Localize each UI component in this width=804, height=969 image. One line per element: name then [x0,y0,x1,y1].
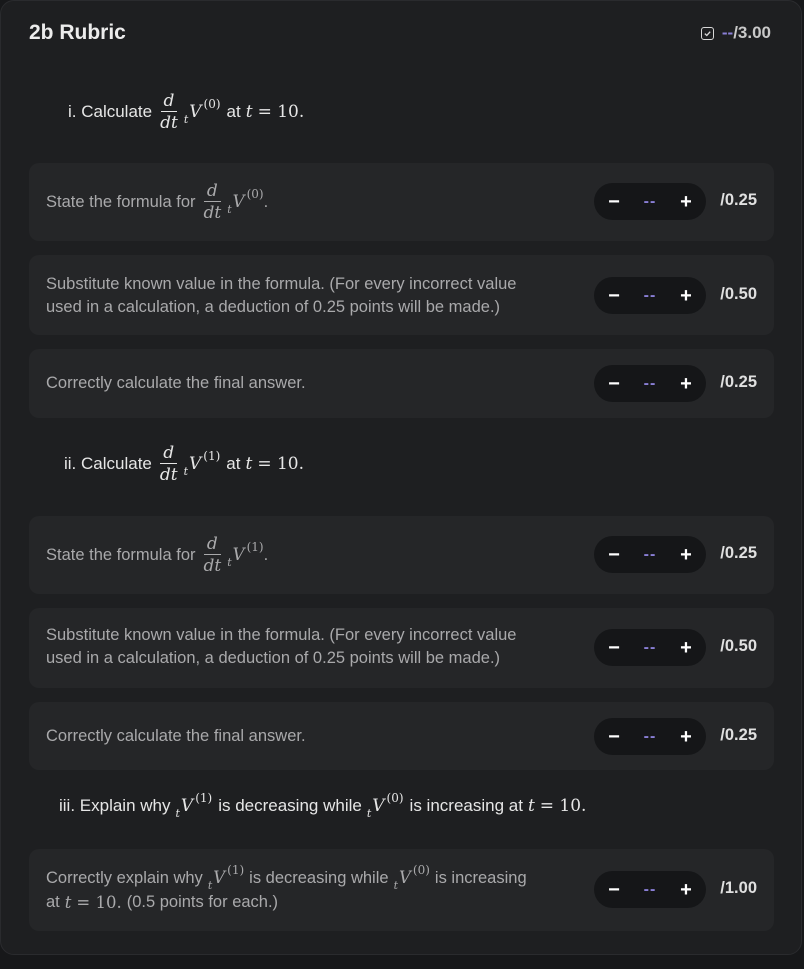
score-stepper: − -- + [594,183,706,220]
score-value[interactable]: -- [644,193,657,211]
score-value[interactable]: -- [644,287,657,305]
increment-button[interactable]: + [678,286,694,306]
max-points: /0.50 [720,285,757,303]
max-points: /0.25 [720,726,757,744]
rubric-panel: 2b Rubric --/3.00 i. Calculate d dt tV (0)… [0,0,802,955]
section-iii-heading: iii. Explain why tV (1) is decreasing whi… [59,791,587,820]
section-i-heading: i. Calculate d dt tV (0) at t = 10. [68,90,305,133]
score-value[interactable]: -- [644,375,657,393]
criterion-text: Substitute known value in the formula. (… [46,626,517,667]
criterion-text: Correctly explain why tV (1) is decreasin… [46,862,527,913]
total-score-value: -- [721,23,734,42]
max-points: /0.25 [720,544,757,562]
criterion-text: Correctly calculate the final answer. [46,727,306,745]
decrement-button[interactable]: − [606,286,622,306]
criterion-text: Correctly calculate the final answer. [46,374,306,392]
criterion-text: State the formula for d dt tV (0) . [46,180,269,223]
score-value[interactable]: -- [644,728,657,746]
score-value[interactable]: -- [644,639,657,657]
score-value[interactable]: -- [644,881,657,899]
criterion-card: Correctly calculate the final answer. − … [29,702,774,770]
score-stepper: − -- + [594,629,706,666]
section-ii-heading: ii. Calculate d dt tV (1) at t = 10. [64,442,305,485]
criterion-card: Correctly explain why tV (1) is decreasin… [29,849,774,931]
decrement-button[interactable]: − [606,880,622,900]
max-points: /1.00 [720,879,757,897]
rubric-title: 2b Rubric [29,21,126,44]
score-stepper: − -- + [594,536,706,573]
score-stepper: − -- + [594,871,706,908]
increment-button[interactable]: + [678,374,694,394]
criterion-card: Substitute known value in the formula. (… [29,255,774,335]
score-stepper: − -- + [594,718,706,755]
increment-button[interactable]: + [678,880,694,900]
max-points: /0.25 [720,191,757,209]
total-score: --/3.00 [700,23,771,43]
criterion-text: Substitute known value in the formula. (… [46,275,517,316]
criterion-card: State the formula for d dt tV (0) . − -- +… [29,163,774,241]
decrement-button[interactable]: − [606,374,622,394]
decrement-button[interactable]: − [606,638,622,658]
criterion-card: Substitute known value in the formula. (… [29,608,774,688]
increment-button[interactable]: + [678,545,694,565]
score-value[interactable]: -- [644,546,657,564]
increment-button[interactable]: + [678,727,694,747]
decrement-button[interactable]: − [606,727,622,747]
max-points: /0.50 [720,637,757,655]
criterion-card: State the formula for d dt tV (1) . − -- +… [29,516,774,594]
criterion-card: Correctly calculate the final answer. − … [29,349,774,418]
total-score-max: /3.00 [733,23,771,42]
score-stepper: − -- + [594,277,706,314]
score-stepper: − -- + [594,365,706,402]
max-points: /0.25 [720,373,757,391]
increment-button[interactable]: + [678,638,694,658]
checkbox-icon[interactable] [700,26,714,40]
decrement-button[interactable]: − [606,192,622,212]
criterion-text: State the formula for d dt tV (1) . [46,533,269,576]
derivative-fraction: d dt [160,90,178,133]
increment-button[interactable]: + [678,192,694,212]
decrement-button[interactable]: − [606,545,622,565]
